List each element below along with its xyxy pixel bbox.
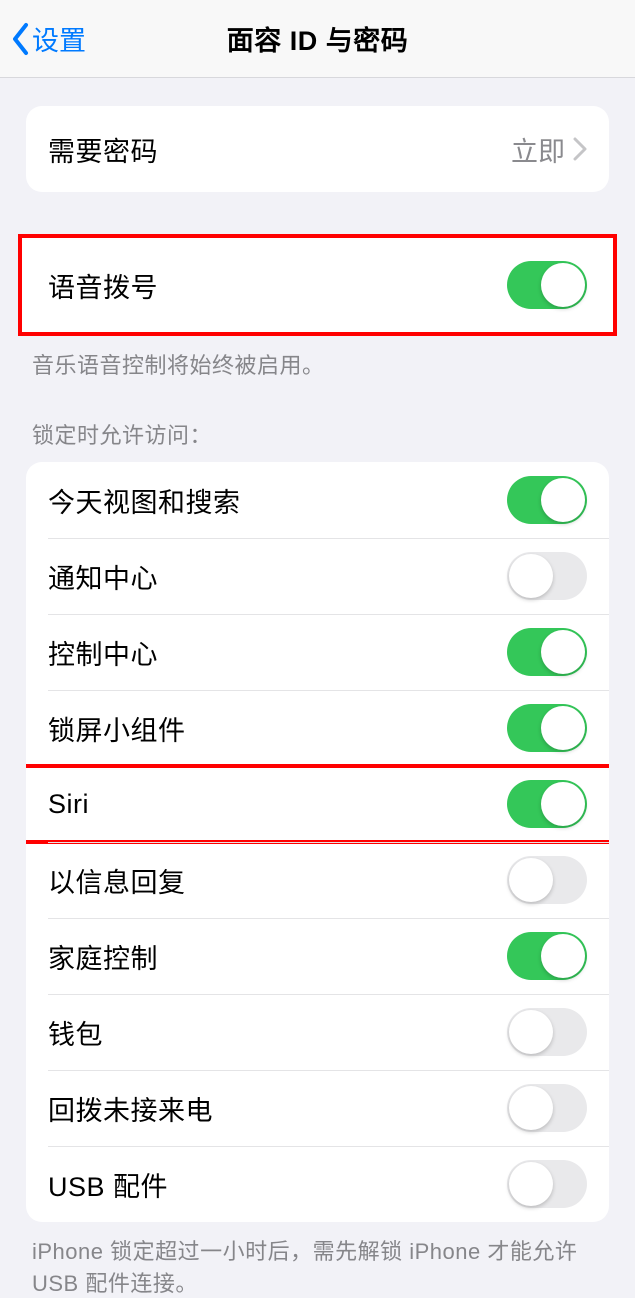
return-missed-calls-label: 回拨未接来电	[48, 1089, 213, 1128]
row-usb-accessories: USB 配件	[26, 1146, 609, 1222]
row-siri: Siri	[26, 766, 609, 842]
control-center-toggle[interactable]	[507, 628, 587, 676]
lock-widgets-label: 锁屏小组件	[48, 709, 186, 748]
back-label: 设置	[32, 19, 86, 58]
siri-label: Siri	[48, 789, 89, 820]
row-lock-widgets: 锁屏小组件	[26, 690, 609, 766]
group-voice-dial: 语音拨号	[18, 234, 617, 336]
notification-center-label: 通知中心	[48, 557, 158, 596]
row-notification-center: 通知中心	[26, 538, 609, 614]
siri-toggle[interactable]	[507, 780, 587, 828]
today-view-label: 今天视图和搜索	[48, 481, 241, 520]
require-passcode-value: 立即	[511, 130, 565, 169]
row-reply-message: 以信息回复	[26, 842, 609, 918]
chevron-left-icon	[10, 22, 32, 56]
back-button[interactable]: 设置	[10, 19, 86, 58]
usb-accessories-toggle[interactable]	[507, 1160, 587, 1208]
voice-dial-toggle[interactable]	[507, 261, 587, 309]
wallet-label: 钱包	[48, 1013, 103, 1052]
usb-accessories-label: USB 配件	[48, 1165, 168, 1204]
row-home-control: 家庭控制	[26, 918, 609, 994]
row-control-center: 控制中心	[26, 614, 609, 690]
row-voice-dial: 语音拨号	[26, 242, 609, 328]
require-passcode-label: 需要密码	[48, 130, 158, 169]
voice-dial-footer: 音乐语音控制将始终被启用。	[0, 336, 635, 380]
notification-center-toggle[interactable]	[507, 552, 587, 600]
row-require-passcode[interactable]: 需要密码 立即	[26, 106, 609, 192]
wallet-toggle[interactable]	[507, 1008, 587, 1056]
row-return-missed-calls: 回拨未接来电	[26, 1070, 609, 1146]
home-control-toggle[interactable]	[507, 932, 587, 980]
page-title: 面容 ID 与密码	[227, 19, 409, 58]
today-view-toggle[interactable]	[507, 476, 587, 524]
usb-footer: iPhone 锁定超过一小时后，需先解锁 iPhone 才能允许 USB 配件连…	[0, 1222, 635, 1298]
reply-message-label: 以信息回复	[48, 861, 186, 900]
chevron-right-icon	[573, 137, 587, 161]
control-center-label: 控制中心	[48, 633, 158, 672]
lock-widgets-toggle[interactable]	[507, 704, 587, 752]
return-missed-calls-toggle[interactable]	[507, 1084, 587, 1132]
group-lock-access: 今天视图和搜索 通知中心 控制中心 锁屏小组件 Siri 以信息回复 家庭控制	[26, 462, 609, 1222]
reply-message-toggle[interactable]	[507, 856, 587, 904]
row-wallet: 钱包	[26, 994, 609, 1070]
lock-access-header: 锁定时允许访问：	[0, 380, 635, 462]
navbar: 设置 面容 ID 与密码	[0, 0, 635, 78]
row-today-view: 今天视图和搜索	[26, 462, 609, 538]
home-control-label: 家庭控制	[48, 937, 158, 976]
voice-dial-label: 语音拨号	[48, 266, 158, 305]
group-require-passcode: 需要密码 立即	[26, 106, 609, 192]
